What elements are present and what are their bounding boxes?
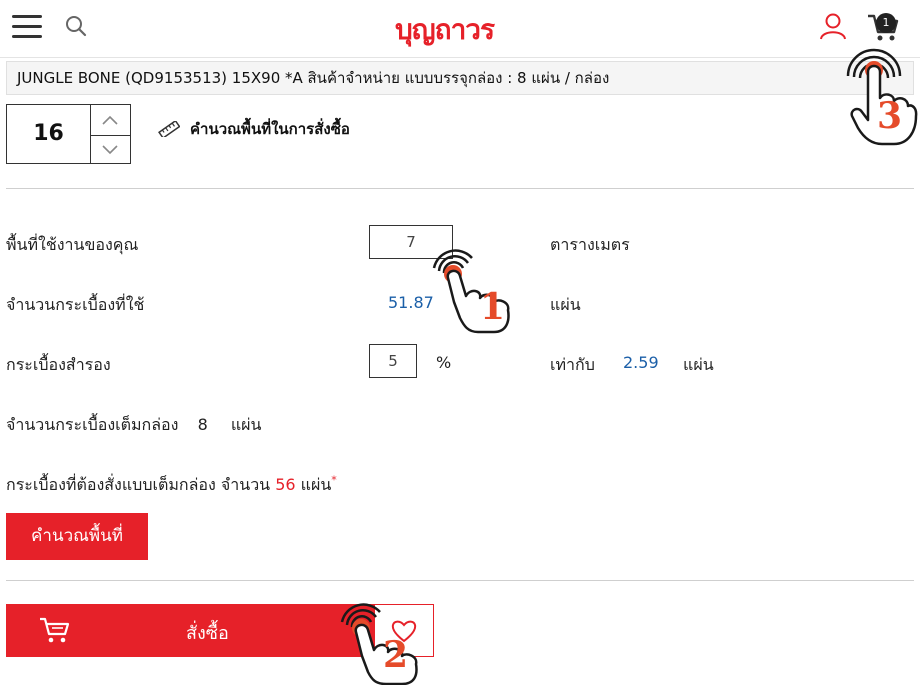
ruler-icon <box>158 121 180 137</box>
order-total-value: 56 <box>275 475 296 494</box>
brand-logo[interactable]: บุญถาวร <box>395 8 495 52</box>
area-calculator-label: คำนวณพื้นที่ในการสั่งซื้อ <box>190 120 350 138</box>
quantity-field[interactable]: 16 <box>6 104 91 164</box>
spare-tiles-value: 2.59 <box>623 353 659 372</box>
increase-button[interactable] <box>90 105 130 135</box>
quantity-stepper <box>90 104 131 164</box>
per-box-line: จำนวนกระเบื้องเต็มกล่อง 8 แผ่น <box>6 413 261 438</box>
spare-label: กระเบื้องสำรอง <box>6 355 111 374</box>
order-total-label: กระเบื้องที่ต้องสั่งแบบเต็มกล่อง จำนวน <box>6 475 271 494</box>
decrease-button[interactable] <box>90 134 130 165</box>
cart-icon <box>40 617 70 643</box>
tiles-used-unit: แผ่น <box>550 295 581 314</box>
per-box-label: จำนวนกระเบื้องเต็มกล่อง <box>6 415 179 434</box>
search-icon[interactable] <box>64 14 88 38</box>
divider <box>6 580 914 581</box>
per-box-unit: แผ่น <box>230 415 262 434</box>
cart-count-badge: 1 <box>876 13 896 33</box>
per-box-value: 8 <box>197 415 208 434</box>
required-asterisk: * <box>331 473 337 487</box>
tap-hand-icon <box>432 249 510 334</box>
top-header: บุญถาวร 1 <box>0 0 920 58</box>
spare-tiles-unit: แผ่น <box>683 355 714 374</box>
order-total-line: กระเบื้องที่ต้องสั่งแบบเต็มกล่อง จำนวน 5… <box>6 473 337 498</box>
percent-sign: % <box>436 353 452 372</box>
area-unit: ตารางเมตร <box>550 235 630 254</box>
step-number-2: 2 <box>383 634 409 676</box>
spare-percent-input[interactable]: 5 <box>369 344 417 378</box>
area-calculator-link[interactable]: คำนวณพื้นที่ในการสั่งซื้อ <box>158 117 350 141</box>
calculate-area-button[interactable]: คำนวณพื้นที่ <box>6 513 148 560</box>
user-icon[interactable] <box>818 11 848 41</box>
chevron-down-icon <box>102 145 118 154</box>
order-button-label: สั่งซื้อ <box>186 623 229 644</box>
step-number-3: 3 <box>877 95 903 137</box>
equals-label: เท่ากับ <box>550 355 595 374</box>
step-number-1: 1 <box>480 286 506 328</box>
divider <box>6 188 914 189</box>
order-total-unit: แผ่น <box>300 475 332 494</box>
tiles-used-label: จำนวนกระเบื้องที่ใช้ <box>6 295 145 314</box>
chevron-up-icon <box>102 115 118 125</box>
area-label: พื้นที่ใช้งานของคุณ <box>6 235 139 254</box>
product-name: JUNGLE BONE (QD9153513) 15X90 *A สินค้าจ… <box>6 61 914 95</box>
hamburger-menu-icon[interactable] <box>12 15 42 39</box>
